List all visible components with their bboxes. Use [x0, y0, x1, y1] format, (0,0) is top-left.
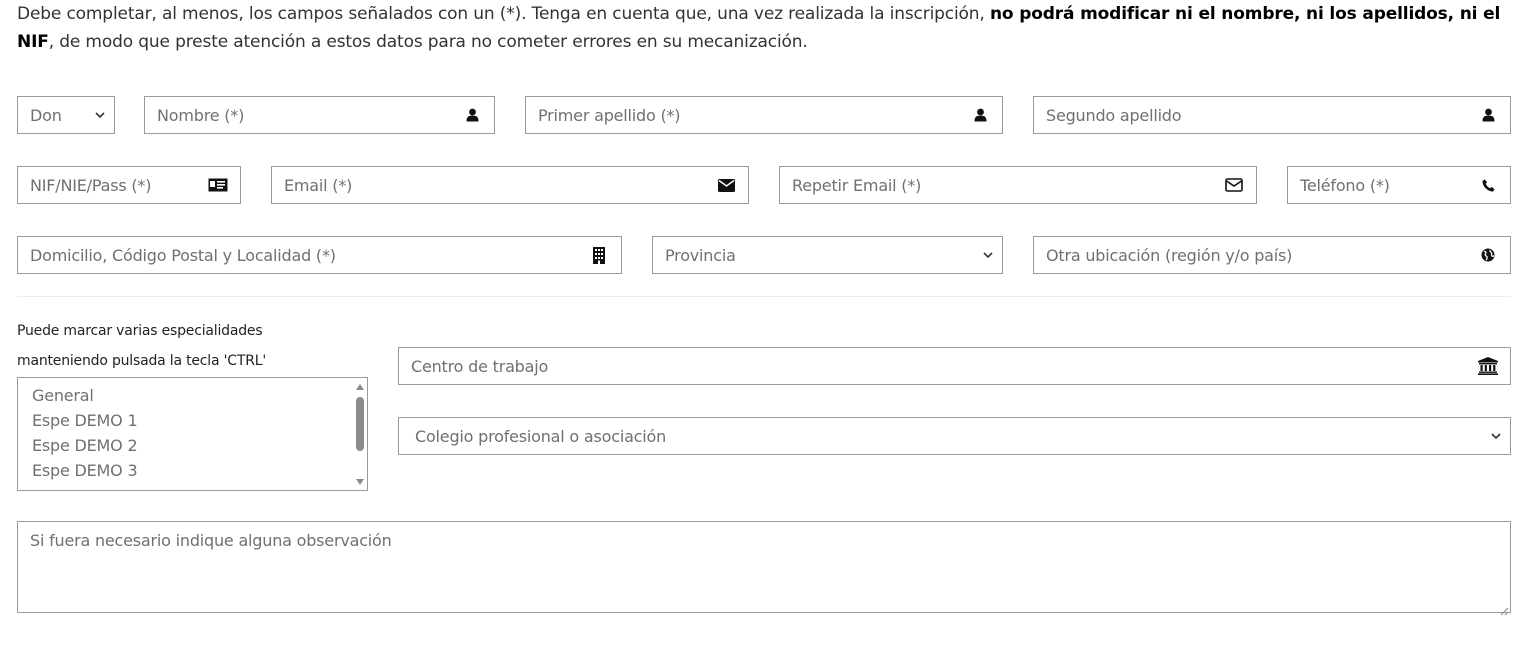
intro-part1: Debe completar, al menos, los campos señ…	[17, 4, 990, 24]
provincia-select[interactable]: Provincia	[652, 236, 1003, 274]
intro-text: Debe completar, al menos, los campos señ…	[17, 0, 1517, 56]
especialidad-option[interactable]: General	[32, 386, 94, 405]
especialidades-listbox[interactable]: General Espe DEMO 1 Espe DEMO 2 Espe DEM…	[17, 377, 368, 491]
observaciones-placeholder: Si fuera necesario indique alguna observ…	[30, 531, 392, 550]
user-icon	[1476, 97, 1500, 133]
listbox-scrollbar[interactable]	[355, 380, 365, 488]
tratamiento-value: Don	[30, 105, 62, 125]
telefono-field[interactable]: Teléfono (*)	[1287, 166, 1511, 204]
tratamiento-select[interactable]: Don	[17, 96, 115, 134]
scroll-down-arrow-icon[interactable]	[356, 479, 364, 485]
chevron-down-icon	[94, 111, 106, 119]
envelope-outline-icon	[1222, 167, 1246, 203]
chevron-down-icon	[1490, 432, 1502, 440]
globe-icon	[1476, 237, 1500, 273]
section-divider	[17, 296, 1511, 297]
envelope-icon	[714, 167, 738, 203]
chevron-down-icon	[982, 251, 994, 259]
primer-apellido-placeholder: Primer apellido (*)	[538, 105, 681, 125]
otra-ubicacion-placeholder: Otra ubicación (región y/o país)	[1046, 245, 1293, 265]
nif-field[interactable]: NIF/NIE/Pass (*)	[17, 166, 241, 204]
nif-placeholder: NIF/NIE/Pass (*)	[30, 175, 152, 195]
segundo-apellido-field[interactable]: Segundo apellido	[1033, 96, 1511, 134]
institution-icon	[1476, 348, 1500, 384]
id-card-icon	[206, 167, 230, 203]
phone-icon	[1476, 167, 1500, 203]
building-icon	[587, 237, 611, 273]
user-icon	[460, 97, 484, 133]
otra-ubicacion-field[interactable]: Otra ubicación (región y/o país)	[1033, 236, 1511, 274]
provincia-value: Provincia	[665, 245, 736, 265]
colegio-select[interactable]: Colegio profesional o asociación	[398, 417, 1511, 455]
email-placeholder: Email (*)	[284, 175, 353, 195]
intro-part2: , de modo que preste atención a estos da…	[48, 32, 808, 52]
repetir-email-placeholder: Repetir Email (*)	[792, 175, 922, 195]
domicilio-placeholder: Domicilio, Código Postal y Localidad (*)	[30, 245, 336, 265]
especialidades-help-line1: Puede marcar varias especialidades	[17, 323, 263, 339]
user-icon	[968, 97, 992, 133]
centro-trabajo-placeholder: Centro de trabajo	[411, 356, 549, 376]
scrollbar-thumb[interactable]	[356, 397, 364, 451]
segundo-apellido-placeholder: Segundo apellido	[1046, 105, 1182, 125]
colegio-value: Colegio profesional o asociación	[415, 426, 667, 446]
especialidades-help-line2: manteniendo pulsada la tecla 'CTRL'	[17, 353, 266, 369]
resize-grip-icon[interactable]	[1499, 601, 1509, 616]
observaciones-textarea[interactable]: Si fuera necesario indique alguna observ…	[17, 521, 1511, 616]
especialidad-option[interactable]: Espe DEMO 1	[32, 411, 138, 430]
domicilio-field[interactable]: Domicilio, Código Postal y Localidad (*)	[17, 236, 622, 274]
nombre-field[interactable]: Nombre (*)	[144, 96, 495, 134]
scroll-up-arrow-icon[interactable]	[356, 384, 364, 390]
telefono-placeholder: Teléfono (*)	[1300, 175, 1390, 195]
especialidad-option[interactable]: Espe DEMO 3	[32, 461, 138, 480]
centro-trabajo-field[interactable]: Centro de trabajo	[398, 347, 1511, 385]
email-field[interactable]: Email (*)	[271, 166, 749, 204]
primer-apellido-field[interactable]: Primer apellido (*)	[525, 96, 1003, 134]
especialidad-option[interactable]: Espe DEMO 2	[32, 436, 138, 455]
nombre-placeholder: Nombre (*)	[157, 105, 245, 125]
repetir-email-field[interactable]: Repetir Email (*)	[779, 166, 1257, 204]
